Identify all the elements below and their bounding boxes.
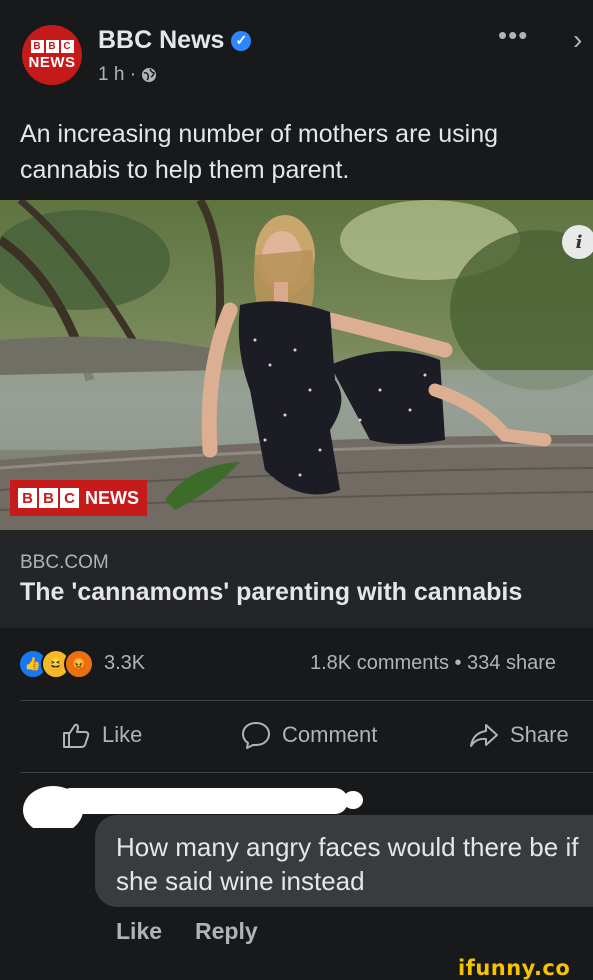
badge-letter: B — [18, 488, 37, 508]
chevron-right-icon[interactable]: › — [573, 24, 582, 56]
post-header: BBC NEWS BBC News ✓ 1 h · ••• › — [0, 0, 593, 100]
divider — [20, 700, 593, 701]
post-caption: An increasing number of mothers are usin… — [20, 120, 499, 184]
badge-letter: C — [60, 488, 79, 508]
post-meta: 1 h · — [98, 64, 157, 86]
avatar-news-text: NEWS — [28, 54, 76, 71]
globe-icon — [142, 68, 157, 82]
bbc-news-badge: B B C NEWS — [10, 480, 147, 516]
comment-label: Comment — [282, 722, 378, 747]
reaction-count[interactable]: 3.3K — [104, 652, 145, 675]
comment-like-button[interactable]: Like — [116, 918, 162, 945]
comment-actions: Like Reply — [116, 918, 258, 945]
comment-button[interactable]: Comment — [240, 719, 377, 751]
more-options-icon[interactable]: ••• — [498, 20, 528, 51]
link-title[interactable]: The 'cannamoms' parenting with cannabis — [20, 578, 522, 607]
info-icon[interactable]: i — [562, 225, 593, 259]
verified-badge-icon: ✓ — [231, 30, 252, 51]
like-button[interactable]: Like — [60, 719, 142, 751]
share-button[interactable]: Share — [468, 719, 569, 751]
badge-news-text: NEWS — [85, 487, 139, 508]
divider — [20, 772, 593, 773]
post-timestamp[interactable]: 1 h · — [98, 64, 136, 86]
angry-icon: 😡 — [64, 649, 94, 679]
page-avatar[interactable]: BBC NEWS — [22, 25, 82, 85]
ifunny-watermark: ifunny.co — [458, 956, 571, 980]
share-label: Share — [510, 722, 569, 747]
page-name-text[interactable]: BBC News — [98, 26, 224, 55]
comment-text: How many angry faces would there be if s… — [116, 832, 579, 896]
post-stats: 👍 😆 😡 3.3K 1.8K comments • 334 share — [0, 645, 593, 685]
badge-letter: B — [39, 488, 58, 508]
page-name[interactable]: BBC News ✓ — [98, 26, 252, 55]
reaction-icons[interactable]: 👍 😆 😡 — [18, 649, 94, 679]
link-domain: BBC.COM — [20, 552, 109, 573]
share-arrow-icon — [470, 724, 498, 747]
like-label: Like — [102, 722, 143, 747]
bbc-logo-blocks: BBC — [30, 40, 74, 53]
comment-reply-button[interactable]: Reply — [195, 918, 258, 945]
link-preview-card[interactable]: BBC.COM The 'cannamoms' parenting with c… — [0, 530, 593, 628]
comment-icon — [242, 722, 270, 749]
post-actions: Like Comment Share — [0, 705, 593, 771]
comments-shares-count[interactable]: 1.8K comments • 334 share — [310, 652, 556, 675]
thumbs-up-icon — [63, 723, 90, 748]
